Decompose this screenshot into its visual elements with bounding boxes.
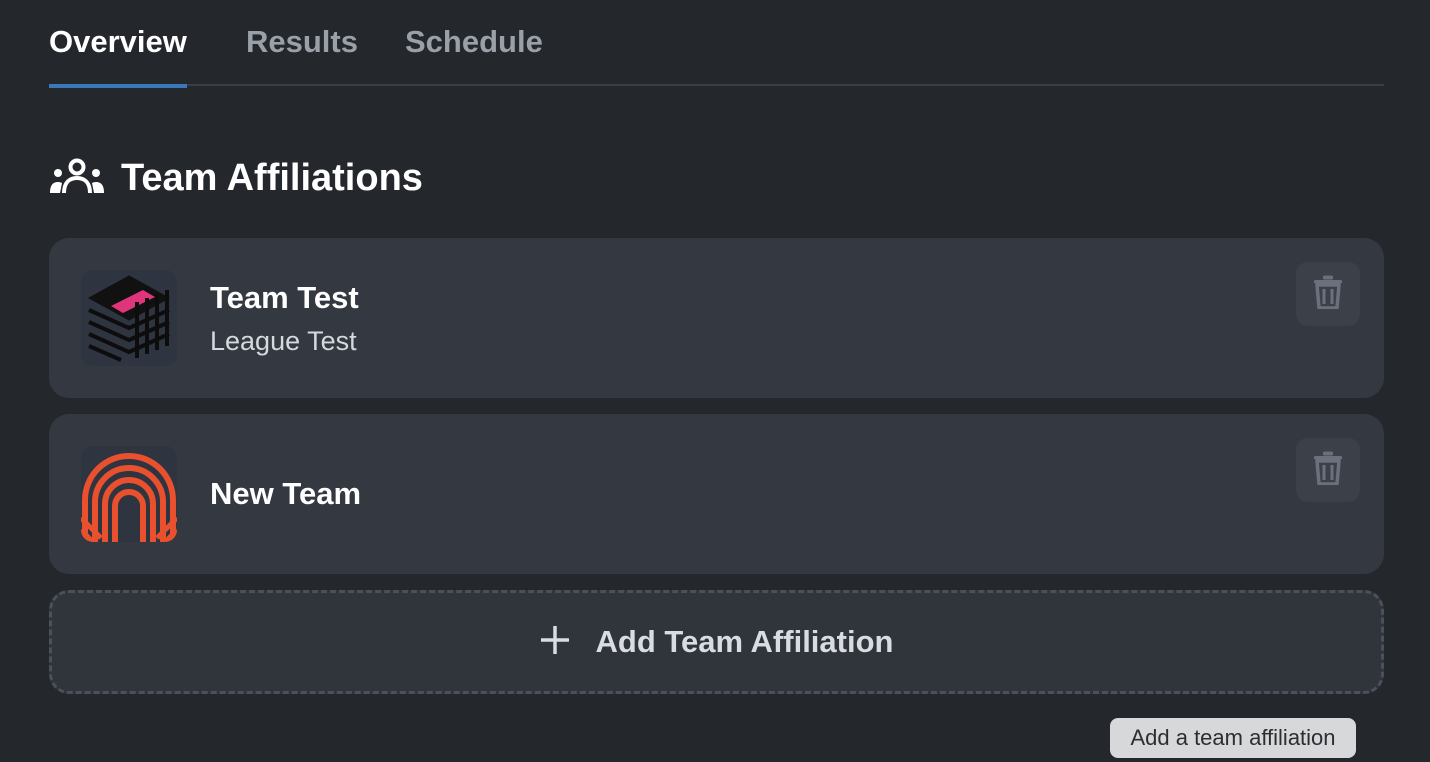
team-name: Team Test (210, 280, 359, 315)
tab-overview[interactable]: Overview (49, 24, 187, 88)
users-group-icon (49, 158, 105, 199)
add-team-affiliation-button[interactable]: Add Team Affiliation (49, 590, 1384, 694)
section-title: Team Affiliations (121, 156, 423, 199)
team-logo (81, 446, 177, 542)
tab-results[interactable]: Results (246, 24, 358, 86)
tab-bar: Overview Results Schedule (49, 0, 1384, 88)
delete-affiliation-button[interactable] (1296, 262, 1360, 326)
affiliation-card: Team Test League Test (49, 238, 1384, 398)
tooltip: Add a team affiliation (1110, 718, 1356, 758)
league-name: League Test (210, 326, 357, 356)
trash-icon (1313, 451, 1343, 490)
affiliation-card: New Team (49, 414, 1384, 574)
tab-schedule[interactable]: Schedule (405, 24, 543, 86)
section-header: Team Affiliations (49, 152, 423, 204)
team-name: New Team (210, 476, 362, 511)
add-button-label: Add Team Affiliation (595, 624, 894, 659)
delete-affiliation-button[interactable] (1296, 438, 1360, 502)
trash-icon (1313, 275, 1343, 314)
plus-icon (540, 625, 570, 660)
team-logo (81, 270, 177, 366)
